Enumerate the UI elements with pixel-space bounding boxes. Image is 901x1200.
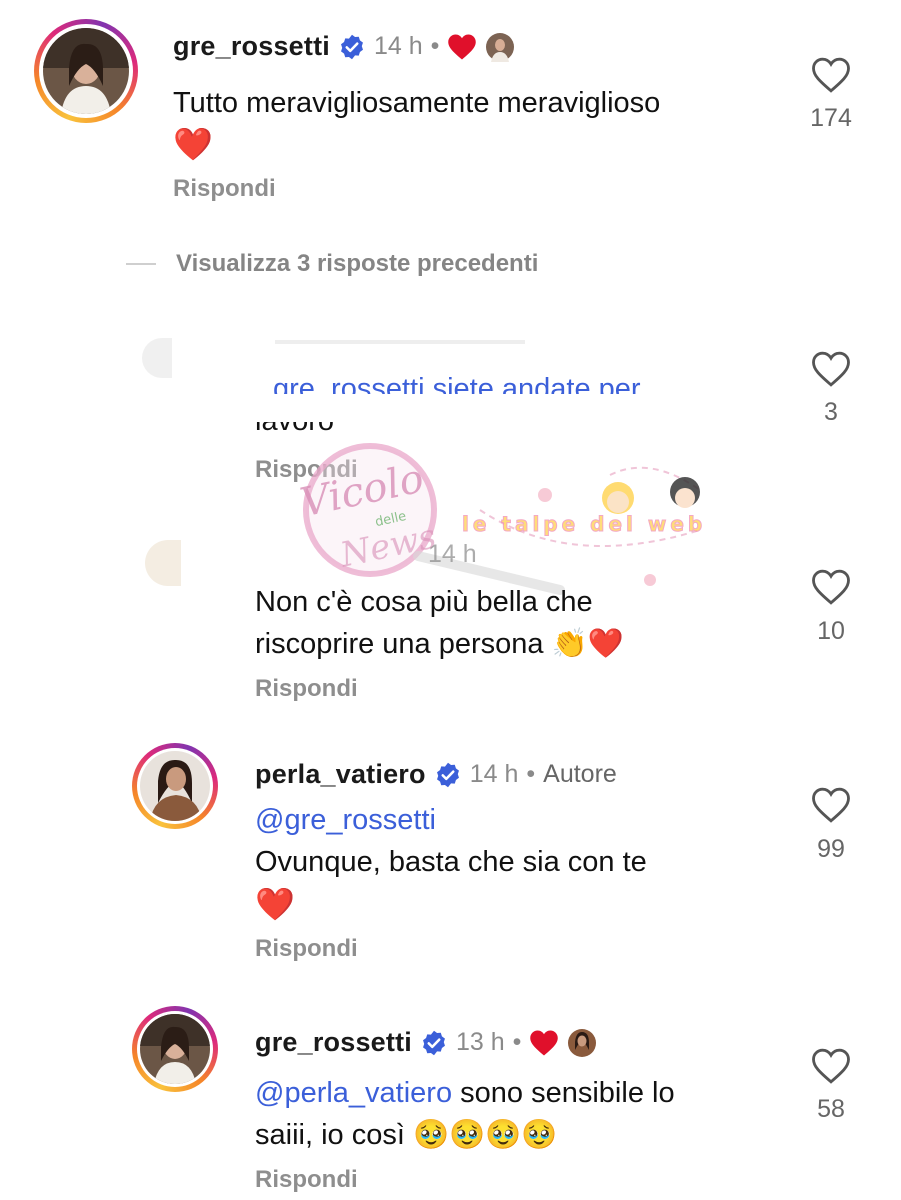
verified-badge-icon: [423, 1030, 445, 1055]
reply-button[interactable]: Rispondi: [255, 935, 358, 963]
timestamp: 13 h: [455, 1028, 505, 1056]
obscured-username: [275, 340, 525, 344]
username[interactable]: gre_rossetti: [255, 1027, 412, 1058]
verified-badge-icon: [341, 34, 363, 59]
comment-emoji: ❤️: [173, 126, 213, 162]
mention-link[interactable]: @perla_vatiero: [255, 1077, 452, 1109]
mention-link[interactable]: @gre_rossetti: [255, 799, 436, 841]
avatar[interactable]: [140, 751, 210, 821]
liker-avatar-icon: [486, 32, 515, 62]
obscured-text-clip-2: lavoro: [255, 422, 375, 440]
like-count: 58: [817, 1095, 845, 1123]
avatar[interactable]: [142, 338, 172, 378]
avatar[interactable]: [145, 540, 181, 586]
separator: •: [512, 1028, 522, 1056]
comment-text: Ovunque, basta che sia con te: [255, 846, 647, 878]
avatar-photo-icon: [140, 1014, 210, 1084]
avatar-photo-icon: [140, 751, 210, 821]
reply-button[interactable]: Rispondi: [255, 1166, 358, 1194]
comment-text-fragment: gre_rossetti siete andate per: [273, 373, 641, 394]
separator: •: [526, 760, 536, 788]
avatar[interactable]: [43, 28, 129, 114]
red-heart-icon: [530, 1030, 559, 1055]
author-badge: Autore: [543, 760, 617, 788]
comment-text-line-2: riscoprire una persona 👏❤️: [255, 628, 624, 660]
heart-outline-icon[interactable]: [811, 1046, 851, 1086]
heart-outline-icon[interactable]: [811, 567, 851, 607]
comment-text-line-1: Non c'è cosa più bella che: [255, 586, 593, 618]
watermark-caption: le talpe del web: [461, 512, 707, 537]
avatar-photo-icon: [43, 28, 129, 114]
comment-text-line-1: @perla_vatiero sono sensibile lo: [255, 1072, 675, 1114]
timestamp: 14 h: [373, 32, 423, 60]
heart-outline-icon[interactable]: [811, 349, 851, 389]
like-count: 99: [817, 835, 845, 863]
username[interactable]: perla_vatiero: [255, 759, 426, 790]
view-previous-replies-button[interactable]: Visualizza 3 risposte precedenti: [176, 250, 538, 278]
heart-outline-icon[interactable]: [811, 785, 851, 825]
timestamp: 14 h: [469, 760, 519, 788]
obscured-text-clip: gre_rossetti siete andate per: [255, 364, 725, 394]
reply-button[interactable]: Rispondi: [173, 175, 276, 203]
avatar[interactable]: [140, 1014, 210, 1084]
verified-badge-icon: [436, 762, 459, 787]
comment-text-line-2: saiii, io così 🥹🥹🥹🥹: [255, 1119, 558, 1151]
comment-emoji: ❤️: [255, 886, 295, 922]
comment-text: Tutto meravigliosamente meraviglioso: [173, 87, 661, 119]
timestamp: 14 h: [428, 540, 477, 568]
like-count: 10: [817, 617, 845, 645]
like-count: 3: [824, 398, 838, 426]
red-heart-icon: [448, 34, 477, 59]
replies-divider: [126, 263, 156, 265]
reply-button[interactable]: Rispondi: [255, 675, 358, 703]
like-count: 174: [810, 104, 852, 132]
liker-avatar-icon: [568, 1028, 597, 1057]
separator: •: [430, 32, 440, 60]
username[interactable]: gre_rossetti: [173, 31, 330, 62]
comment-text-fragment-2: lavoro: [255, 422, 334, 440]
comment-text: sono sensibile lo: [452, 1077, 675, 1109]
heart-outline-icon[interactable]: [811, 55, 851, 95]
